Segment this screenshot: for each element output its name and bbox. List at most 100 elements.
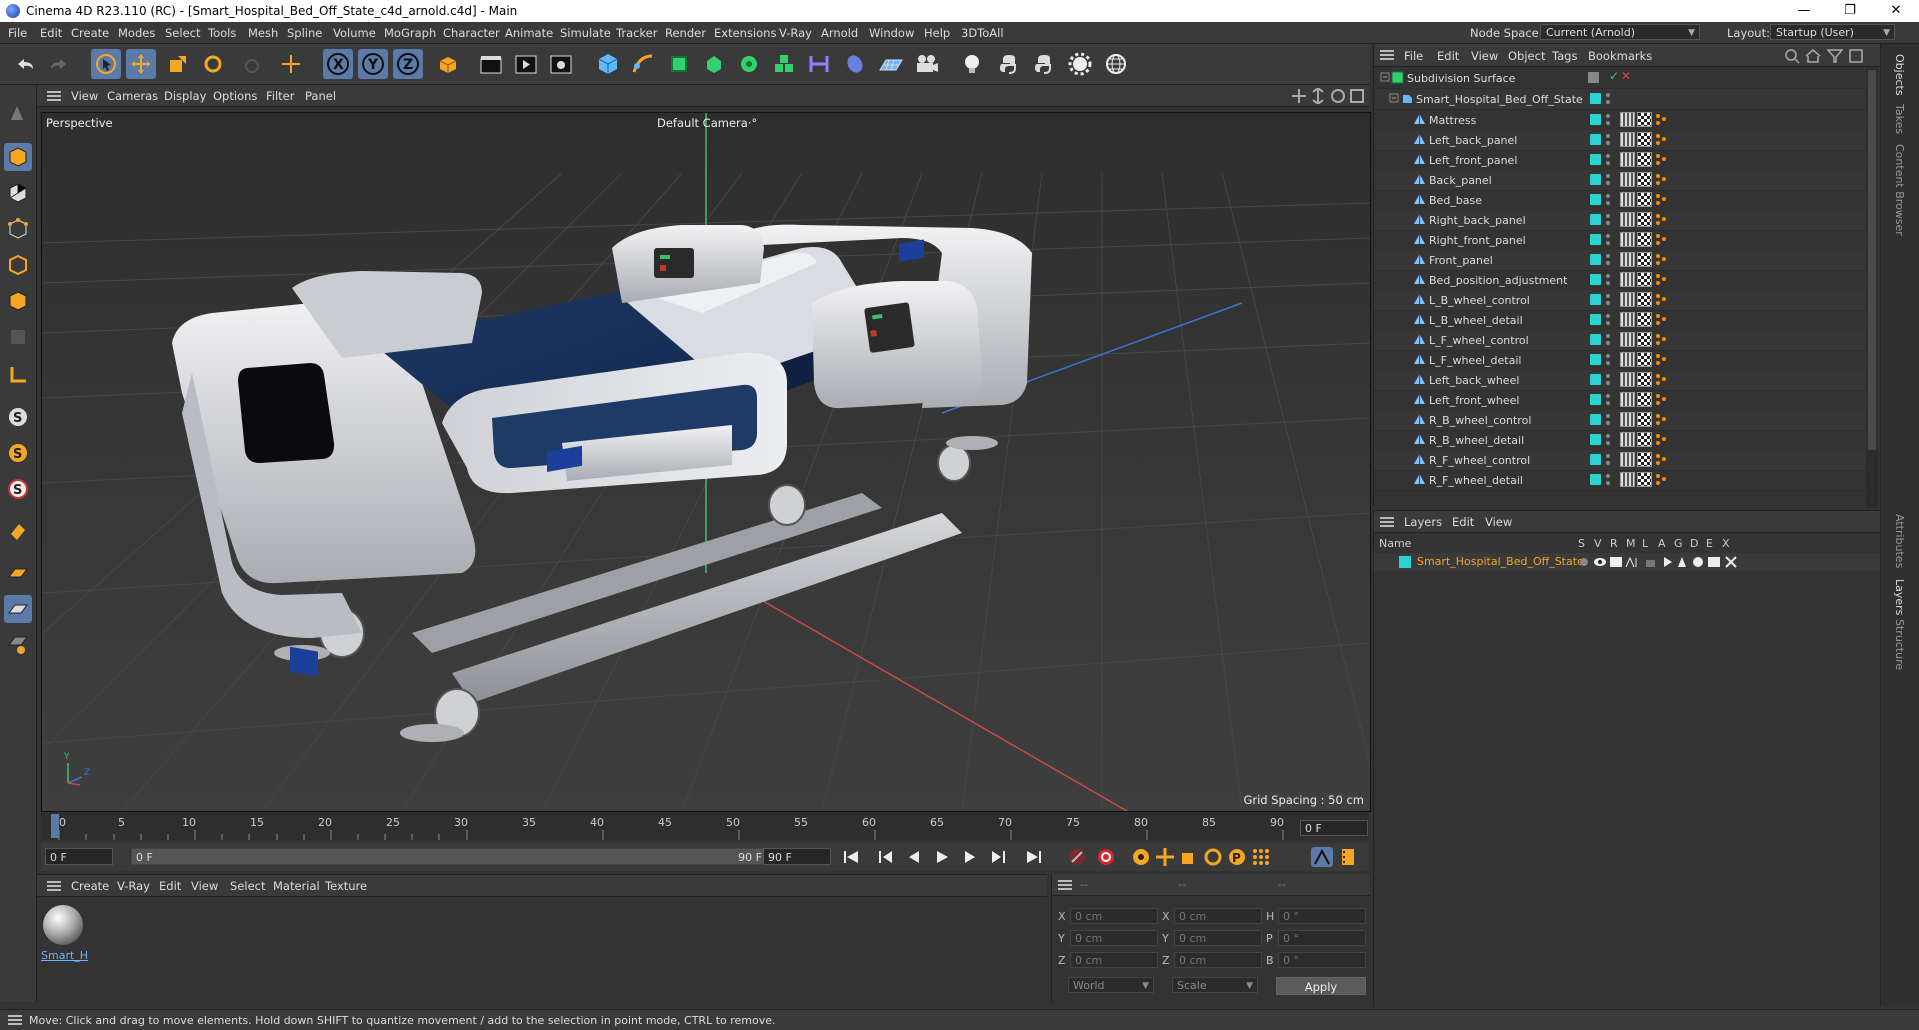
layer-color-swatch[interactable] [1590,354,1601,365]
layer-color-swatch[interactable] [1590,474,1601,485]
camera-object-button[interactable] [912,49,942,79]
phong-tag-icon[interactable] [1654,232,1668,246]
menu-edit[interactable]: Edit [40,26,62,40]
key-rotation-button[interactable] [1202,847,1224,867]
object-row[interactable]: Back_panel [1374,170,1877,191]
tab-content-browser[interactable]: Content Browser [1893,144,1906,236]
menu-volume[interactable]: Volume [333,26,376,40]
uvw-tag-icon[interactable] [1637,152,1652,167]
viewport-menu-view[interactable]: View [71,89,98,103]
menu-render[interactable]: Render [665,26,706,40]
object-row[interactable]: L_B_wheel_detail [1374,310,1877,331]
menu-help[interactable]: Help [924,26,950,40]
layer-color-swatch[interactable] [1590,234,1601,245]
layout-dropdown[interactable]: Startup (User) ▼ [1770,24,1895,40]
viewport-menu-display[interactable]: Display [164,89,206,103]
render-settings-button[interactable] [546,49,576,79]
material-menu-select[interactable]: Select [230,879,265,893]
menu-3dtoall[interactable]: 3DToAll [961,26,1004,40]
uvw-tag-icon[interactable] [1637,212,1652,227]
next-frame-button[interactable] [959,847,981,867]
phong-tag-icon[interactable] [1654,432,1668,446]
uvw-tag-icon[interactable] [1637,112,1652,127]
layer-color-swatch[interactable] [1590,454,1601,465]
uvw-tag-icon[interactable] [1637,252,1652,267]
viewport-camera-label[interactable]: Default Camera·° [657,116,757,130]
tab-attributes[interactable]: Attributes [1893,514,1906,568]
material-tag-icon[interactable] [1620,352,1635,367]
object-menu-bookmarks[interactable]: Bookmarks [1588,49,1652,63]
visibility-dots-icon[interactable] [1606,193,1610,207]
y-axis-lock-button[interactable]: Y [358,49,388,79]
object-row[interactable]: Left_back_panel [1374,130,1877,151]
layer-color-swatch[interactable] [1590,174,1601,185]
pos-y-field[interactable]: 0 cm [1070,930,1158,946]
keyframe-selection-button[interactable] [1130,847,1152,867]
material-tag-icon[interactable] [1620,252,1635,267]
go-to-end-button[interactable] [1023,847,1045,867]
z-axis-lock-button[interactable]: Z [393,49,423,79]
tab-takes[interactable]: Takes [1893,104,1906,134]
menu-mograph[interactable]: MoGraph [384,26,436,40]
snap-button[interactable]: S [4,403,32,431]
menu-tracker[interactable]: Tracker [616,26,658,40]
tweak-mode-button[interactable] [4,517,32,545]
menu-create[interactable]: Create [71,26,109,40]
menu-character[interactable]: Character [443,26,500,40]
pos-x-field[interactable]: 0 cm [1070,908,1158,924]
object-row[interactable]: Mattress [1374,110,1877,131]
play-button[interactable] [931,847,953,867]
layer-row[interactable]: Smart_Hospital_Bed_Off_State [1374,553,1880,571]
visibility-dots-icon[interactable] [1606,473,1610,487]
cube-object-button[interactable] [593,49,623,79]
uvw-tag-icon[interactable] [1637,172,1652,187]
visibility-dots-icon[interactable] [1606,393,1610,407]
object-row[interactable]: L_B_wheel_control [1374,290,1877,311]
layer-color-swatch[interactable] [1399,556,1411,568]
move-tool-button[interactable] [126,49,156,79]
layer-color-swatch[interactable] [1590,414,1601,425]
layer-menu-view[interactable]: View [1485,515,1512,529]
recent-tool-button[interactable] [235,49,265,79]
size-x-field[interactable]: 0 cm [1174,908,1262,924]
material-tag-icon[interactable] [1620,392,1635,407]
snap-settings-button[interactable]: S [4,439,32,467]
layer-color-swatch[interactable] [1590,314,1601,325]
rotate-tool-button[interactable] [198,49,228,79]
menu-window[interactable]: Window [869,26,914,40]
go-to-start-button[interactable] [840,847,862,867]
visibility-dots-icon[interactable] [1606,313,1610,327]
size-y-field[interactable]: 0 cm [1174,930,1262,946]
apply-button[interactable]: Apply [1276,977,1366,995]
material-tag-icon[interactable] [1620,412,1635,427]
menu-mesh[interactable]: Mesh [248,26,278,40]
previous-key-button[interactable] [875,847,897,867]
visibility-dots-icon[interactable] [1606,333,1610,347]
preferences-button[interactable] [1065,49,1095,79]
material-tag-icon[interactable] [1620,432,1635,447]
phong-tag-icon[interactable] [1654,392,1668,406]
object-menu-view[interactable]: View [1471,49,1498,63]
object-menu-object[interactable]: Object [1508,49,1545,63]
object-row[interactable]: R_F_wheel_detail [1374,470,1877,491]
coordinates-menu-icon[interactable] [1058,880,1072,890]
viewport-menu-filter[interactable]: Filter [266,89,294,103]
layer-color-swatch[interactable] [1590,134,1601,145]
visibility-dots-icon[interactable] [1606,253,1610,267]
subdivision-generator-button[interactable] [664,49,694,79]
undo-button[interactable] [10,49,40,79]
menu-select[interactable]: Select [165,26,200,40]
current-frame-field[interactable]: 0 F [1300,820,1368,836]
render-picture-viewer-button[interactable] [511,49,541,79]
status-menu-icon[interactable] [8,1015,22,1025]
autokey-button[interactable] [1095,847,1117,867]
layer-color-swatch[interactable] [1590,194,1601,205]
visibility-dots-icon[interactable] [1606,373,1610,387]
maximize-button[interactable]: ❐ [1827,0,1873,22]
menu-extensions[interactable]: Extensions [714,26,776,40]
x-axis-lock-button[interactable]: X [323,49,353,79]
object-toolbar-icons[interactable] [1784,48,1874,64]
pen-spline-button[interactable] [628,49,658,79]
light-object-button[interactable] [957,49,987,79]
layer-color-swatch[interactable] [1590,374,1601,385]
